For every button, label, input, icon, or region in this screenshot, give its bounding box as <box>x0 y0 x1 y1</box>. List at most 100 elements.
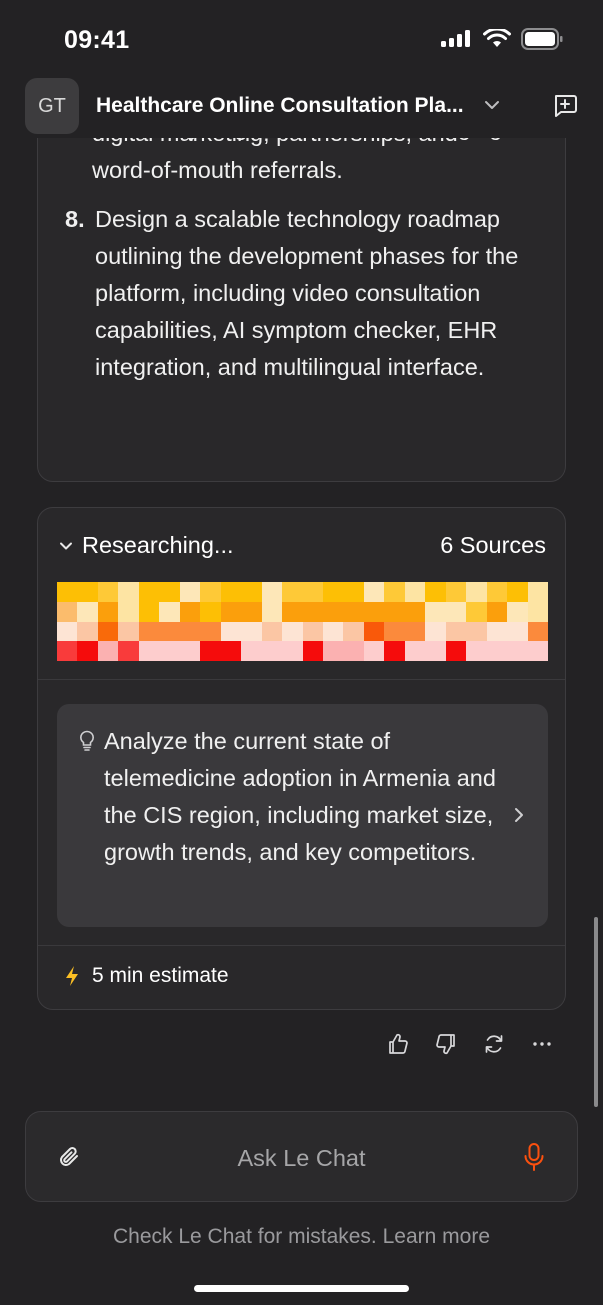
message-actions <box>386 1032 554 1056</box>
heatmap-cell <box>282 601 303 622</box>
chevron-down-icon <box>60 542 72 549</box>
heatmap-cell <box>302 601 323 622</box>
chevron-right-icon[interactable] <box>512 806 526 824</box>
heatmap-cell <box>77 641 98 661</box>
heatmap-cell <box>445 621 467 642</box>
heatmap-cell <box>384 641 405 661</box>
heatmap-cell <box>200 641 221 661</box>
heatmap-cell <box>138 601 160 622</box>
heatmap-cell <box>57 641 78 661</box>
heatmap-cell <box>97 582 119 602</box>
heatmap-cell <box>220 601 242 622</box>
heatmap-cell <box>200 601 221 622</box>
heatmap-cell <box>384 601 405 622</box>
heatmap-cell <box>241 641 262 661</box>
home-indicator[interactable] <box>194 1285 409 1292</box>
heatmap-cell <box>363 582 385 602</box>
microphone-icon[interactable] <box>523 1142 545 1172</box>
heatmap-cell <box>118 601 139 622</box>
heatmap-cell <box>486 641 508 661</box>
heatmap-cell <box>57 601 78 622</box>
battery-icon <box>521 28 563 50</box>
heatmap-cell <box>445 641 467 661</box>
heatmap-cell <box>466 641 487 661</box>
cellular-signal-icon <box>441 30 470 47</box>
heatmap-cell <box>97 641 119 661</box>
heatmap-cell <box>486 621 508 642</box>
chat-title[interactable]: Healthcare Online Consultation Pla... <box>96 94 464 118</box>
research-toggle[interactable]: Researching... <box>58 532 234 559</box>
heatmap-cell <box>261 582 283 602</box>
heatmap-cell <box>118 582 139 602</box>
heatmap-cell <box>200 582 221 602</box>
heatmap-cell <box>97 601 119 622</box>
disclaimer-text[interactable]: Check Le Chat for mistakes. Learn more <box>0 1225 603 1249</box>
avatar[interactable]: GT <box>25 78 79 134</box>
heatmap-cell <box>507 641 528 661</box>
heatmap-cell <box>322 582 344 602</box>
heatmap-cell <box>159 641 180 661</box>
sources-heatmap <box>57 582 548 661</box>
time-estimate-label: 5 min estimate <box>92 964 229 987</box>
thumbs-down-icon[interactable] <box>434 1032 458 1056</box>
heatmap-cell <box>159 621 180 642</box>
regenerate-icon[interactable] <box>482 1032 506 1056</box>
heatmap-cell <box>138 621 160 642</box>
heatmap-cell <box>425 582 446 602</box>
heatmap-cell <box>425 601 446 622</box>
heatmap-cell <box>507 582 528 602</box>
heatmap-cell <box>527 621 548 642</box>
heatmap-cell <box>261 621 283 642</box>
heatmap-cell <box>466 582 487 602</box>
research-query-text: Analyze the current state of telemedicin… <box>104 728 496 865</box>
research-status-label: Researching... <box>82 532 234 558</box>
status-icons <box>441 28 563 50</box>
heatmap-cell <box>261 641 283 661</box>
heatmap-cell <box>384 582 405 602</box>
chevron-down-icon[interactable] <box>483 96 501 114</box>
heatmap-cell <box>159 582 180 602</box>
chat-input-placeholder[interactable]: Ask Le Chat <box>26 1145 577 1172</box>
heatmap-cell <box>241 582 262 602</box>
research-card: Researching... 6 Sources Analyze the cur… <box>37 507 566 1010</box>
heatmap-cell <box>404 601 426 622</box>
sources-count[interactable]: 6 Sources <box>440 532 546 559</box>
chat-content[interactable]: secondary target audiences, leveraging d… <box>0 138 603 1098</box>
lightning-icon <box>66 966 78 986</box>
heatmap-cell <box>527 641 548 661</box>
divider <box>38 945 565 946</box>
research-query-item[interactable]: Analyze the current state of telemedicin… <box>57 704 548 927</box>
heatmap-cell <box>363 601 385 622</box>
heatmap-cell <box>261 601 283 622</box>
plan-item-number: 8. <box>65 206 85 232</box>
new-chat-icon[interactable] <box>551 92 579 120</box>
heatmap-cell <box>404 641 426 661</box>
thumbs-up-icon[interactable] <box>386 1032 410 1056</box>
heatmap-cell <box>241 621 262 642</box>
heatmap-cell <box>77 582 98 602</box>
heatmap-cell <box>118 641 139 661</box>
heatmap-cell <box>138 641 160 661</box>
heatmap-cell <box>57 621 78 642</box>
status-time: 09:41 <box>64 26 130 54</box>
heatmap-cell <box>466 601 487 622</box>
heatmap-cell <box>282 582 303 602</box>
heatmap-cell <box>343 641 364 661</box>
heatmap-cell <box>220 621 242 642</box>
chat-input-box[interactable]: Ask Le Chat <box>25 1111 578 1202</box>
heatmap-cell <box>363 621 385 642</box>
heatmap-cell <box>425 621 446 642</box>
heatmap-cell <box>241 601 262 622</box>
scrollbar[interactable] <box>594 917 598 1107</box>
heatmap-cell <box>138 582 160 602</box>
heatmap-cell <box>179 641 201 661</box>
more-icon[interactable] <box>530 1032 554 1056</box>
heatmap-cell <box>343 582 364 602</box>
heatmap-cell <box>118 621 139 642</box>
time-estimate: 5 min estimate <box>64 964 229 988</box>
heatmap-cell <box>527 582 548 602</box>
heatmap-cell <box>466 621 487 642</box>
heatmap-cell <box>486 601 508 622</box>
heatmap-cell <box>322 601 344 622</box>
heatmap-cell <box>97 621 119 642</box>
